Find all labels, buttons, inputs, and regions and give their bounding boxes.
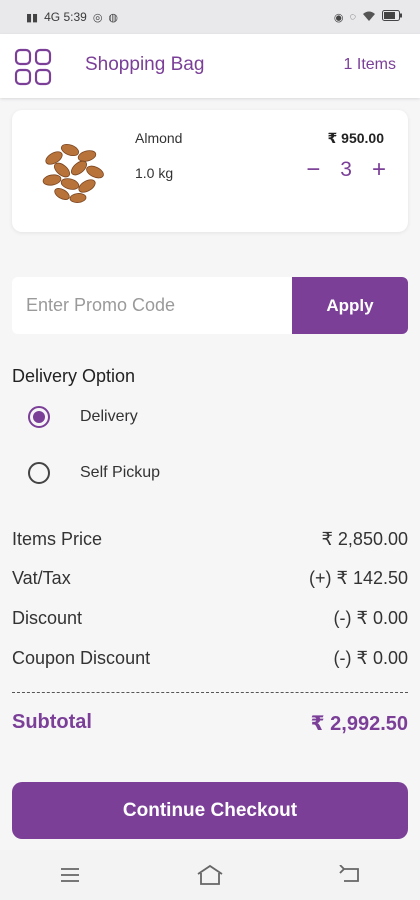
delivery-option-label: Delivery (80, 408, 138, 425)
summary-value: (-) ₹ 0.00 (333, 608, 408, 628)
apply-button[interactable]: Apply (292, 277, 408, 334)
product-name: Almond (135, 130, 183, 146)
page-title: Shopping Bag (85, 54, 205, 75)
decrease-quantity-button[interactable]: − (306, 158, 320, 182)
summary-label: Items Price (12, 529, 103, 549)
radio-unselected-icon[interactable] (28, 462, 50, 484)
signal-icon: ▮▮ (26, 11, 39, 24)
summary-label: Coupon Discount (12, 648, 151, 668)
grid-icon[interactable] (14, 48, 52, 86)
summary-value: ₹ 2,850.00 (321, 529, 408, 549)
summary-row-vat-tax: Vat/Tax (+) ₹ 142.50 (12, 568, 408, 589)
status-time: 4G 5:39 (44, 10, 87, 24)
battery-icon (382, 10, 402, 24)
subtotal-value: ₹ 2,992.50 (310, 713, 408, 735)
system-nav-bar (0, 850, 420, 900)
summary-value: (+) ₹ 142.50 (308, 568, 408, 588)
silent-icon: ◌ (349, 11, 356, 23)
delivery-option-delivery[interactable]: Delivery (28, 406, 138, 428)
summary-row-discount: Discount (-) ₹ 0.00 (12, 608, 408, 629)
summary-row-coupon-discount: Coupon Discount (-) ₹ 0.00 (12, 648, 408, 669)
home-icon[interactable] (190, 855, 230, 895)
delivery-option-self-pickup[interactable]: Self Pickup (28, 462, 160, 484)
wifi-icon (362, 10, 376, 25)
product-weight: 1.0 kg (135, 165, 174, 181)
quantity-value: 3 (340, 158, 352, 181)
menu-icon[interactable] (50, 855, 90, 895)
items-count: 1 Items (343, 56, 396, 73)
status-bar: ▮▮ 4G 5:39 ◎ ◍ ◉ ◌ (0, 0, 420, 34)
summary-label: Discount (12, 608, 83, 628)
back-icon[interactable] (330, 855, 370, 895)
summary-divider (12, 692, 408, 693)
product-price: ₹ 950.00 (327, 130, 384, 146)
promo-code-row: Apply (12, 277, 408, 334)
alarm-icon: ◉ (333, 11, 344, 24)
radio-selected-icon[interactable] (28, 406, 50, 428)
summary-label: Vat/Tax (12, 568, 71, 588)
delivery-option-title: Delivery Option (12, 366, 136, 386)
app-bar: Shopping Bag 1 Items (0, 34, 420, 98)
summary-value: (-) ₹ 0.00 (333, 648, 408, 668)
subtotal-label: Subtotal (12, 711, 92, 733)
summary-row-items-price: Items Price ₹ 2,850.00 (12, 529, 408, 550)
delivery-option-label: Self Pickup (80, 464, 161, 481)
promo-code-input[interactable] (12, 277, 292, 334)
whatsapp-icon: ◎ (92, 11, 103, 24)
increase-quantity-button[interactable]: + (372, 158, 386, 182)
continue-checkout-button[interactable]: Continue Checkout (12, 782, 408, 839)
quantity-stepper: − 3 + (306, 158, 386, 182)
cart-item: Almond 1.0 kg ₹ 950.00 − 3 + (12, 110, 408, 232)
subtotal-row: Subtotal ₹ 2,992.50 (12, 711, 408, 736)
almond-image (32, 128, 112, 208)
browser-icon: ◍ (108, 11, 119, 24)
